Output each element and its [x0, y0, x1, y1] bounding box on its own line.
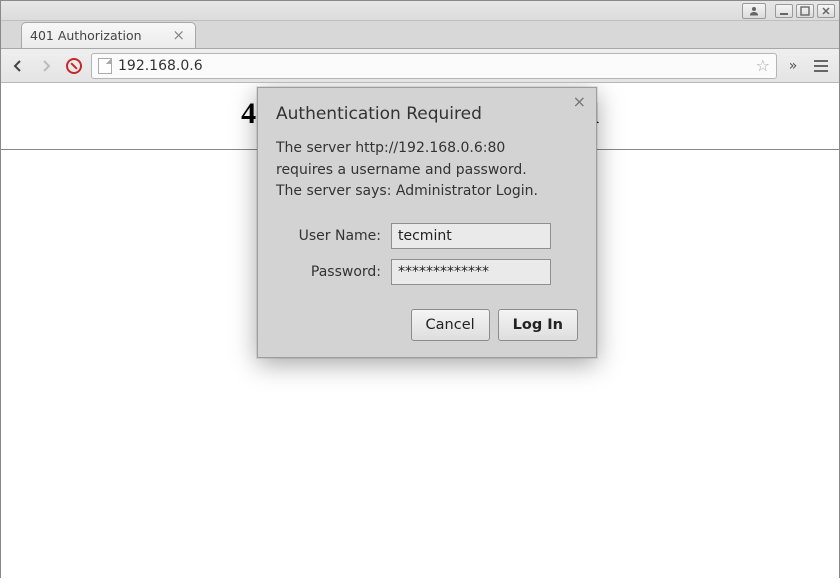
window-close-button[interactable] — [817, 4, 835, 18]
arrow-right-icon — [38, 58, 54, 74]
hamburger-icon — [814, 60, 828, 62]
heading-left-fragment: 4 — [241, 97, 256, 130]
profile-button[interactable] — [742, 3, 766, 19]
dialog-message: The server http://192.168.0.6:80 require… — [276, 138, 566, 203]
window-titlebar — [1, 1, 839, 21]
dialog-close-button[interactable]: × — [573, 94, 586, 110]
cancel-button[interactable]: Cancel — [411, 309, 490, 341]
cancel-button-label: Cancel — [426, 317, 475, 333]
url-text: 192.168.0.6 — [118, 58, 750, 74]
stop-icon — [66, 58, 82, 74]
browser-window: 401 Authorization × 192.168.0.6 ☆ » 401 … — [0, 0, 840, 578]
minimize-icon — [779, 6, 789, 16]
username-input[interactable] — [391, 223, 551, 249]
address-bar[interactable]: 192.168.0.6 ☆ — [91, 53, 777, 79]
tab-title: 401 Authorization — [30, 28, 164, 43]
password-input[interactable] — [391, 259, 551, 285]
page-icon — [98, 58, 112, 74]
password-row: Password: — [276, 259, 578, 285]
username-label: User Name: — [276, 228, 391, 244]
forward-button[interactable] — [35, 55, 57, 77]
stop-reload-button[interactable] — [63, 55, 85, 77]
close-icon — [821, 6, 831, 16]
window-minimize-button[interactable] — [775, 4, 793, 18]
password-label: Password: — [276, 264, 391, 280]
browser-toolbar: 192.168.0.6 ☆ » — [1, 49, 839, 83]
dialog-title: Authentication Required — [276, 104, 578, 124]
browser-tab[interactable]: 401 Authorization × — [21, 22, 196, 48]
person-icon — [748, 5, 760, 17]
dialog-actions: Cancel Log In — [276, 309, 578, 341]
overflow-button[interactable]: » — [783, 55, 803, 77]
hamburger-menu-button[interactable] — [809, 55, 833, 77]
window-maximize-button[interactable] — [796, 4, 814, 18]
tab-close-button[interactable]: × — [170, 28, 187, 43]
tab-strip: 401 Authorization × — [1, 21, 839, 49]
maximize-icon — [800, 6, 810, 16]
arrow-left-icon — [10, 58, 26, 74]
page-content: 401 Authorization Required × Authenticat… — [1, 83, 839, 579]
chevron-right-double-icon: » — [789, 58, 798, 74]
auth-dialog: × Authentication Required The server htt… — [257, 87, 597, 358]
login-button[interactable]: Log In — [498, 309, 578, 341]
dialog-message-line: requires a username and password. — [276, 162, 527, 178]
back-button[interactable] — [7, 55, 29, 77]
username-row: User Name: — [276, 223, 578, 249]
bookmark-star-icon[interactable]: ☆ — [756, 56, 770, 75]
dialog-message-line: The server says: Administrator Login. — [276, 183, 538, 199]
dialog-message-line: The server http://192.168.0.6:80 — [276, 140, 505, 156]
login-button-label: Log In — [513, 317, 563, 333]
